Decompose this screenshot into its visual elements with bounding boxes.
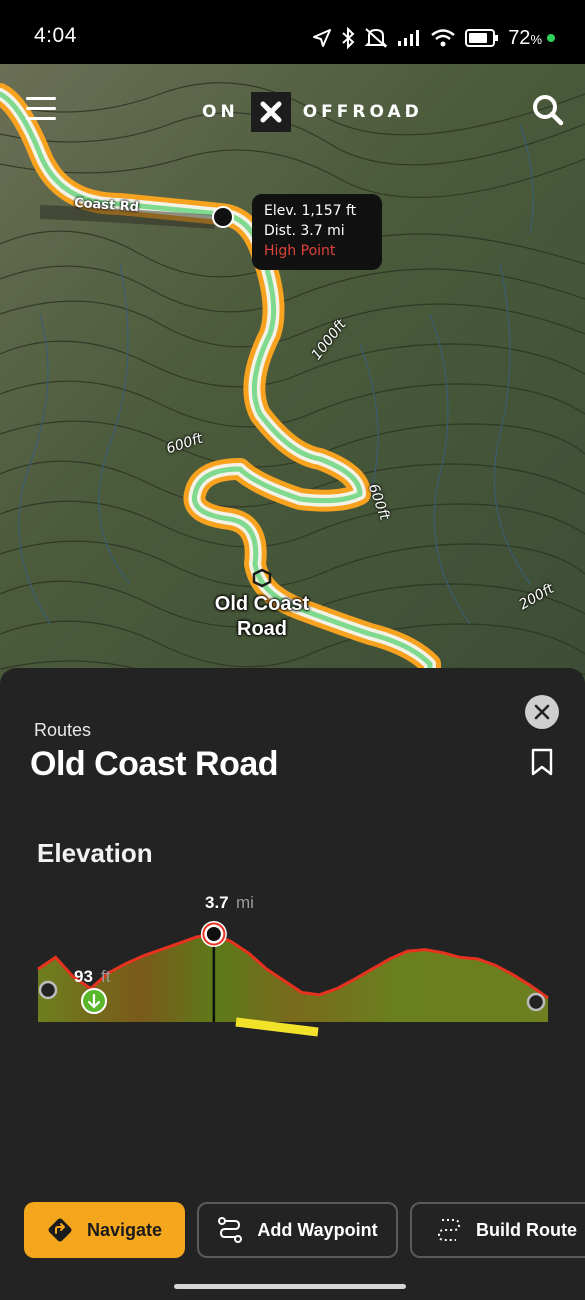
terrain-map <box>0 64 585 684</box>
battery-unit: % <box>530 31 542 47</box>
map-header: ON OFFROAD <box>0 64 585 154</box>
low-point-unit: ft <box>101 967 111 986</box>
route-end-marker <box>526 992 546 1012</box>
brand-word-right: OFFROAD <box>302 102 423 122</box>
battery-icon <box>465 29 499 47</box>
close-icon <box>534 704 550 720</box>
search-icon[interactable] <box>532 94 564 126</box>
bookmark-icon[interactable] <box>530 748 554 776</box>
map-view[interactable]: ON OFFROAD Coast Rd 1000ft 600ft 600ft 2… <box>0 64 585 684</box>
brand-logo: ON OFFROAD <box>202 92 423 132</box>
battery-text: 72% <box>508 27 542 50</box>
selected-distance-unit: mi <box>236 893 254 912</box>
home-indicator <box>174 1284 406 1289</box>
tooltip-elevation: Elev. 1,157 ft <box>264 203 357 219</box>
tooltip-distance: Dist. 3.7 mi <box>264 223 345 239</box>
location-arrow-icon <box>313 29 332 47</box>
elevation-heading: Elevation <box>37 838 153 868</box>
navigate-label: Navigate <box>86 1219 163 1240</box>
selection-highlight-bar <box>235 1017 319 1037</box>
low-point-value: 93 <box>74 967 93 986</box>
route-start-marker <box>38 980 58 1000</box>
selected-point-marker-core <box>206 927 221 941</box>
bluetooth-icon <box>342 27 355 49</box>
status-time: 4:04 <box>34 24 77 47</box>
action-bar: Navigate Add Waypoint Build Route <box>0 1202 585 1258</box>
close-button[interactable] <box>525 695 559 729</box>
brand-x-mark <box>250 92 291 132</box>
navigate-button[interactable]: Navigate <box>24 1202 185 1258</box>
selected-distance-value: 3.7 <box>205 893 229 912</box>
build-route-icon <box>437 1219 461 1241</box>
battery-percent: 72 <box>508 26 531 49</box>
elevation-chart[interactable]: 3.7 mi 93 ft <box>0 878 585 1058</box>
charging-dot <box>547 34 555 42</box>
status-icons: 72% <box>312 24 555 52</box>
tooltip-high-point: High Point <box>264 243 336 259</box>
add-waypoint-label: Add Waypoint <box>257 1219 378 1240</box>
build-route-button[interactable]: Build Route <box>410 1202 585 1258</box>
build-route-label: Build Route <box>476 1219 577 1240</box>
route-details-sheet: Routes Old Coast Road Elevation 3.7 mi 9… <box>0 668 585 1300</box>
section-label: Routes <box>34 720 92 740</box>
navigate-arrow-icon <box>48 1218 72 1242</box>
route-title: Old Coast Road <box>30 745 279 783</box>
elevation-area <box>38 934 548 1022</box>
x-logo-icon <box>260 101 282 123</box>
hamburger-menu-icon[interactable] <box>26 96 60 122</box>
wifi-icon <box>431 29 455 47</box>
signal-icon <box>398 30 420 46</box>
poi-label[interactable]: Old Coast Road <box>206 592 318 642</box>
brand-word-left: ON <box>202 102 239 122</box>
add-waypoint-button[interactable]: Add Waypoint <box>197 1202 398 1258</box>
elevation-tooltip: Elev. 1,157 ft Dist. 3.7 mi High Point <box>252 194 382 270</box>
status-bar: 4:04 72% <box>0 0 585 64</box>
mute-icon <box>364 28 388 48</box>
waypoint-route-icon <box>218 1217 243 1243</box>
